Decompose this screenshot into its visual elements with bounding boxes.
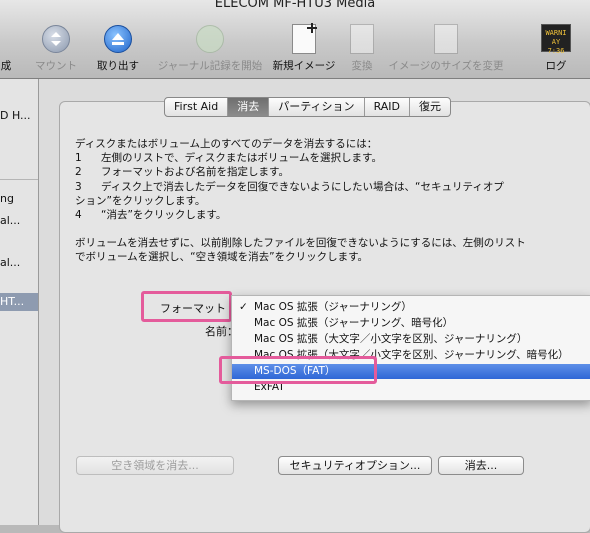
eject-label: 取り出す [97, 60, 139, 72]
tab-first-aid[interactable]: First Aid [165, 98, 229, 116]
step-text: “消去”をクリックします。 [101, 209, 227, 222]
mount-icon [40, 25, 72, 57]
toolbar: ELECOM MF-HTU3 Media 成 マウント 取り出す ジャーナル記録… [0, 0, 590, 79]
new-image-button[interactable]: 新規イメージ [273, 22, 335, 72]
step-number: 2 [75, 166, 82, 179]
resize-image-button[interactable]: イメージのサイズを変更 [389, 22, 503, 72]
eject-icon [102, 25, 134, 57]
check-icon: ✓ [239, 301, 248, 313]
format-dropdown-menu: ✓ Mac OS 拡張（ジャーナリング） Mac OS 拡張（ジャーナリング、暗… [231, 295, 590, 401]
step-number: 1 [75, 152, 82, 165]
instruction-step-continued: ション”をクリックします。 [75, 194, 206, 207]
toolbar-label: 成 [0, 60, 12, 72]
log-button[interactable]: WARNI AY 7:36 ログ [538, 22, 574, 72]
toolbar-item-partial[interactable]: 成 [0, 22, 18, 72]
mount-button[interactable]: マウント [35, 22, 77, 72]
sidebar-item[interactable]: ng [0, 190, 38, 208]
convert-label: 変換 [351, 60, 373, 72]
step-number: 4 [75, 209, 82, 222]
format-option-label: Mac OS 拡張（ジャーナリング） [254, 301, 412, 313]
instructions-intro: ディスクまたはボリューム上のすべてのデータを消去するには： [75, 138, 378, 150]
tab-partition[interactable]: パーティション [269, 98, 365, 116]
log-icon-line-1: WARNI [545, 29, 567, 37]
instructions-note: でボリュームを選択し、“空き領域を消去”をクリックします。 [75, 251, 369, 264]
device-sidebar: D H... ng al... al... HT... [0, 79, 39, 525]
instruction-step: 1 左側のリストで、ディスクまたはボリュームを選択します。 [75, 151, 590, 165]
sidebar-item[interactable]: al... [0, 212, 38, 230]
tab-restore[interactable]: 復元 [410, 98, 450, 116]
format-option-mac-case-sensitive-journaled[interactable]: Mac OS 拡張（大文字／小文字を区別、ジャーナリング） [232, 332, 590, 347]
journaling-button[interactable]: ジャーナル記録を開始 [158, 22, 262, 72]
step-text: 左側のリストで、ディスクまたはボリュームを選択します。 [101, 152, 382, 165]
new-image-label: 新規イメージ [272, 60, 336, 72]
log-label: ログ [545, 60, 567, 72]
partial-icon [0, 22, 26, 54]
tab-erase[interactable]: 消去 [228, 98, 270, 116]
format-option-label: Mac OS 拡張（大文字／小文字を区別、ジャーナリング） [254, 333, 528, 345]
step-text: フォーマットおよび名前を指定します。 [101, 166, 289, 179]
sidebar-item-selected[interactable]: HT... [0, 293, 38, 311]
eject-button[interactable]: 取り出す [97, 22, 139, 72]
window-title: ELECOM MF-HTU3 Media [214, 0, 376, 11]
erase-button[interactable]: 消去... [438, 456, 524, 475]
convert-button[interactable]: 変換 [344, 22, 380, 72]
mount-label: マウント [35, 60, 77, 72]
format-option-label: Mac OS 拡張（ジャーナリング、暗号化） [254, 317, 454, 329]
tab-bar: First Aid 消去 パーティション RAID 復元 [164, 97, 451, 117]
resize-image-label: イメージのサイズを変更 [388, 60, 504, 72]
instruction-step: 3 ディスク上で消去したデータを回復できないようにしたい場合は、“セキュリティオプ [75, 180, 590, 194]
instruction-step: 4 “消去”をクリックします。 [75, 208, 590, 222]
tab-raid[interactable]: RAID [365, 98, 410, 116]
step-text: ディスク上で消去したデータを回復できないようにしたい場合は、“セキュリティオプ [101, 180, 504, 193]
sidebar-item[interactable]: al... [0, 254, 38, 272]
log-icon: WARNI AY 7:36 [540, 24, 572, 56]
ms-dos-option-highlight [219, 356, 377, 384]
convert-icon [346, 24, 378, 56]
instruction-step: 2 フォーマットおよび名前を指定します。 [75, 165, 590, 179]
resize-image-icon [430, 24, 462, 56]
security-options-button[interactable]: セキュリティオプション... [278, 456, 432, 475]
step-number: 3 [75, 180, 82, 193]
erase-free-space-button[interactable]: 空き領域を消去... [76, 456, 234, 475]
journaling-icon [194, 25, 226, 57]
format-option-mac-journaled-encrypted[interactable]: Mac OS 拡張（ジャーナリング、暗号化） [232, 316, 590, 331]
journaling-label: ジャーナル記録を開始 [157, 60, 263, 72]
new-image-icon [288, 23, 320, 56]
sidebar-item[interactable]: D H... [0, 107, 38, 125]
sidebar-divider [0, 179, 38, 180]
format-label-highlight [141, 291, 232, 322]
instructions: ディスクまたはボリューム上のすべてのデータを消去するには： 1 左側のリストで、デ… [75, 137, 590, 265]
instructions-note: ボリュームを消去せずに、以前削除したファイルを回復できないようにするには、左側の… [75, 237, 526, 250]
log-icon-line-2: AY 7:36 [547, 38, 565, 55]
format-option-mac-journaled[interactable]: ✓ Mac OS 拡張（ジャーナリング） [232, 300, 590, 315]
